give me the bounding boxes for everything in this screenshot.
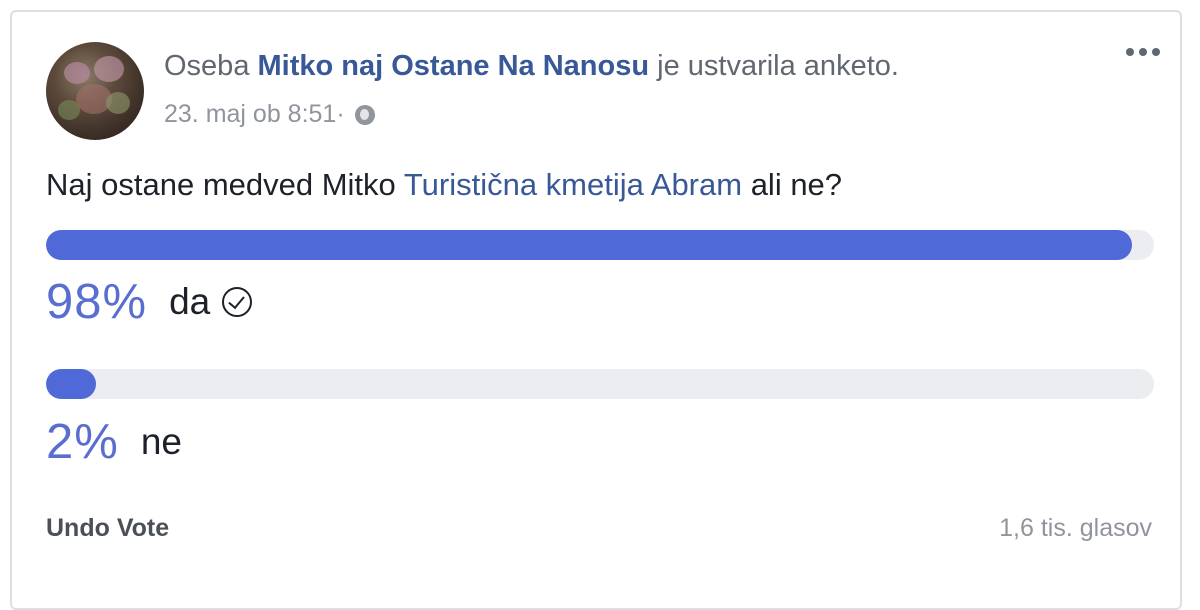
author-name-link[interactable]: Mitko naj Ostane Na Nanosu	[258, 50, 650, 82]
tagged-page-link[interactable]: Turistična kmetija Abram	[404, 167, 742, 202]
poll-option-bar-ne[interactable]	[46, 369, 1154, 399]
poll-option-bar-da[interactable]	[46, 230, 1154, 260]
vote-count: 1,6 tis. glasov	[999, 514, 1152, 542]
post-timestamp[interactable]: 23. maj ob 8:51	[164, 100, 336, 129]
option-label: ne	[140, 421, 182, 462]
author-avatar[interactable]	[46, 42, 144, 140]
post-meta: 23. maj ob 8:51 ·	[164, 100, 375, 129]
globe-icon	[354, 104, 375, 125]
poll-option-bar-fill	[46, 369, 96, 399]
post-header: Oseba Mitko naj Ostane Na Nanosu je ustv…	[164, 50, 899, 83]
header-suffix: je ustvarila anketo.	[649, 50, 899, 82]
poll-option-bar-fill	[46, 230, 1132, 260]
meta-separator: ·	[336, 100, 345, 128]
poll-option-da[interactable]: 98% da	[46, 274, 253, 330]
poll-option-ne[interactable]: 2% ne	[46, 414, 182, 470]
check-circle-icon	[222, 287, 253, 317]
question-prefix: Naj ostane medved Mitko	[46, 167, 404, 202]
poll-post-card: Oseba Mitko naj Ostane Na Nanosu je ustv…	[10, 10, 1182, 610]
option-label: da	[169, 281, 211, 322]
option-percent: 98%	[46, 275, 148, 329]
question-suffix: ali ne?	[742, 167, 843, 202]
poll-question: Naj ostane medved Mitko Turistična kmeti…	[46, 167, 842, 203]
more-options-icon[interactable]	[1126, 48, 1160, 56]
header-prefix: Oseba	[164, 50, 258, 82]
option-percent: 2%	[46, 415, 119, 469]
undo-vote-button[interactable]: Undo Vote	[46, 514, 169, 543]
